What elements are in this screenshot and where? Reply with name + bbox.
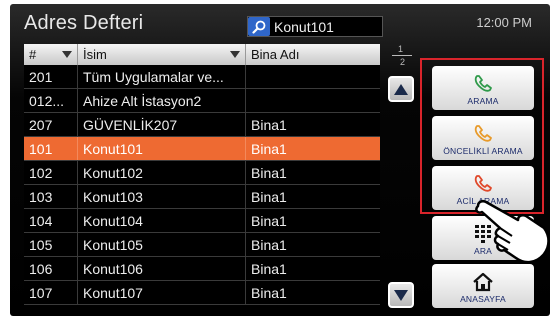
row-name: Konut101: [78, 137, 246, 160]
pointing-hand-icon: [475, 199, 550, 264]
address-table: # İsim Bina Adı 201 Tüm Uygulamalar ve...…: [24, 44, 380, 305]
column-header-building[interactable]: Bina Adı: [246, 44, 380, 65]
row-building: Bina1: [251, 188, 287, 205]
home-button[interactable]: ANASAYFA: [432, 264, 534, 308]
row-name: Konut105: [78, 233, 246, 256]
row-name: Ahize Alt İstasyon2: [78, 89, 246, 112]
row-number: 012...: [24, 89, 78, 112]
page-total: 2: [400, 57, 406, 67]
phone-red-icon: [474, 175, 492, 192]
arrow-down-icon: [394, 289, 408, 301]
row-number: 107: [24, 281, 78, 304]
table-row[interactable]: 012... Ahize Alt İstasyon2: [24, 89, 380, 113]
row-name: Konut104: [78, 209, 246, 232]
row-building: Bina1: [251, 140, 287, 157]
phone-green-icon: [474, 75, 492, 92]
page-current: 1: [398, 44, 404, 54]
scroll-down-button[interactable]: [388, 282, 414, 308]
table-row[interactable]: 105 Konut105 Bina1: [24, 233, 380, 257]
table-row-selected[interactable]: 101 Konut101 Bina1: [24, 137, 380, 161]
clock: 12:00 PM: [476, 15, 532, 30]
row-building: Bina1: [251, 260, 287, 277]
row-building: Bina1: [251, 236, 287, 253]
row-building: Bina1: [251, 164, 287, 181]
table-row[interactable]: 102 Konut102 Bina1: [24, 161, 380, 185]
row-building: [246, 89, 380, 112]
home-icon: [473, 272, 493, 292]
row-building: Bina1: [251, 284, 287, 301]
row-building: Bina1: [251, 212, 287, 229]
row-number: 104: [24, 209, 78, 232]
table-header: # İsim Bina Adı: [24, 44, 380, 65]
row-number: 103: [24, 185, 78, 208]
table-row[interactable]: 201 Tüm Uygulamalar ve...: [24, 65, 380, 89]
row-name: Konut107: [78, 281, 246, 304]
page-indicator: 1 2: [388, 44, 416, 68]
row-name: Konut106: [78, 257, 246, 280]
row-number: 101: [24, 137, 78, 160]
row-name: GÜVENLİK207: [78, 113, 246, 136]
table-row[interactable]: 106 Konut106 Bina1: [24, 257, 380, 281]
row-number: 105: [24, 233, 78, 256]
search-value: Konut101: [274, 18, 334, 35]
search-icon[interactable]: [248, 17, 270, 36]
table-row[interactable]: 103 Konut103 Bina1: [24, 185, 380, 209]
priority-call-button[interactable]: ÖNCELİKLİ ARAMA: [432, 116, 534, 160]
call-button-label: ARAMA: [467, 96, 499, 106]
scroll-up-button[interactable]: [388, 76, 414, 102]
call-button[interactable]: ARAMA: [432, 66, 534, 110]
row-number: 207: [24, 113, 78, 136]
phone-orange-icon: [474, 125, 492, 142]
row-name: Konut102: [78, 161, 246, 184]
sort-arrow-icon[interactable]: [62, 51, 72, 58]
table-row[interactable]: 107 Konut107 Bina1: [24, 281, 380, 305]
home-button-label: ANASAYFA: [460, 294, 506, 304]
row-number: 102: [24, 161, 78, 184]
arrow-up-icon: [394, 83, 408, 95]
column-header-number[interactable]: #: [24, 44, 78, 65]
sort-arrow-icon[interactable]: [230, 51, 240, 58]
column-header-name[interactable]: İsim: [78, 44, 246, 65]
row-building: Bina1: [251, 116, 287, 133]
row-building: [246, 65, 380, 88]
table-row[interactable]: 207 GÜVENLİK207 Bina1: [24, 113, 380, 137]
search-field[interactable]: Konut101: [247, 16, 383, 37]
row-number: 201: [24, 65, 78, 88]
row-number: 106: [24, 257, 78, 280]
row-name: Tüm Uygulamalar ve...: [78, 65, 246, 88]
table-row[interactable]: 104 Konut104 Bina1: [24, 209, 380, 233]
page-title: Adres Defteri: [24, 12, 144, 34]
priority-call-label: ÖNCELİKLİ ARAMA: [443, 146, 523, 156]
row-name: Konut103: [78, 185, 246, 208]
